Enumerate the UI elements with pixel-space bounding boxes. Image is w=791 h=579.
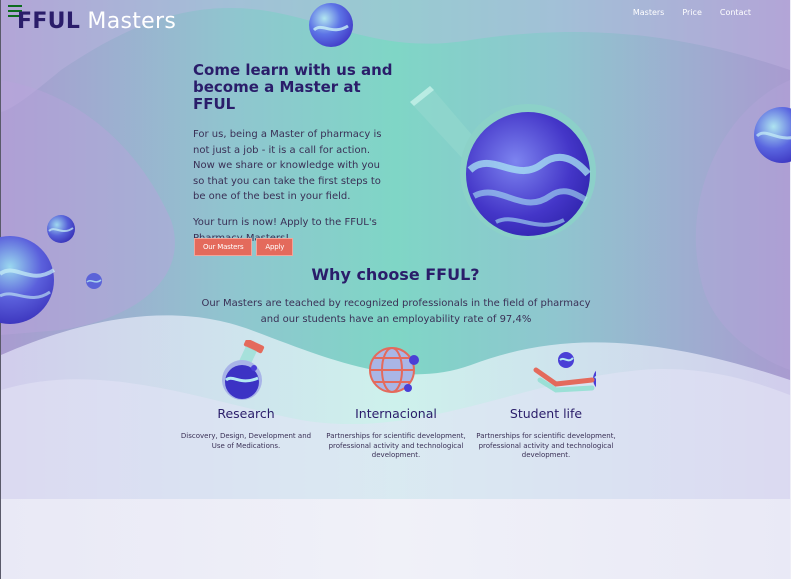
bubble-decoration: [309, 3, 353, 47]
nav-link-masters[interactable]: Masters: [633, 8, 665, 17]
hero-section: Come learn with us and become a Master a…: [193, 62, 393, 246]
feature-text: Discovery, Design, Development and Use o…: [180, 432, 312, 450]
feature-title: Student life: [509, 406, 583, 421]
bubble-decoration: [754, 107, 791, 163]
our-masters-button[interactable]: Our Masters: [194, 238, 253, 256]
hand-with-spheres-icon: [533, 352, 596, 393]
feature-research: Research Discovery, Design, Development …: [176, 340, 316, 451]
why-title: Why choose FFUL?: [311, 265, 480, 284]
feature-text: Partnerships for scientific development,…: [476, 432, 616, 459]
apply-button[interactable]: Apply: [256, 238, 294, 256]
globe-icon: [369, 347, 419, 393]
footer-band: [1, 499, 790, 579]
flask-icon: [222, 340, 265, 400]
feature-title: Internacional: [355, 406, 437, 421]
why-description: Our Masters are teached by recognized pr…: [201, 298, 591, 325]
top-navigation: Masters Price Contact: [633, 8, 751, 17]
flask-illustration: [410, 86, 596, 240]
feature-text: Partnerships for scientific development,…: [326, 432, 466, 459]
feature-internacional: Internacional Partnerships for scientifi…: [326, 340, 466, 461]
feature-student-life: Student life Partnerships for scientific…: [476, 340, 616, 461]
feature-title: Research: [217, 406, 275, 421]
nav-link-price[interactable]: Price: [682, 8, 702, 17]
hero-title: Come learn with us and become a Master a…: [193, 61, 393, 113]
site-logo[interactable]: FFUL Masters: [17, 9, 176, 34]
hero-paragraph: For us, being a Master of pharmacy is no…: [193, 129, 382, 203]
nav-link-contact[interactable]: Contact: [720, 8, 751, 17]
hero-buttons: Our Masters Apply: [194, 238, 294, 256]
